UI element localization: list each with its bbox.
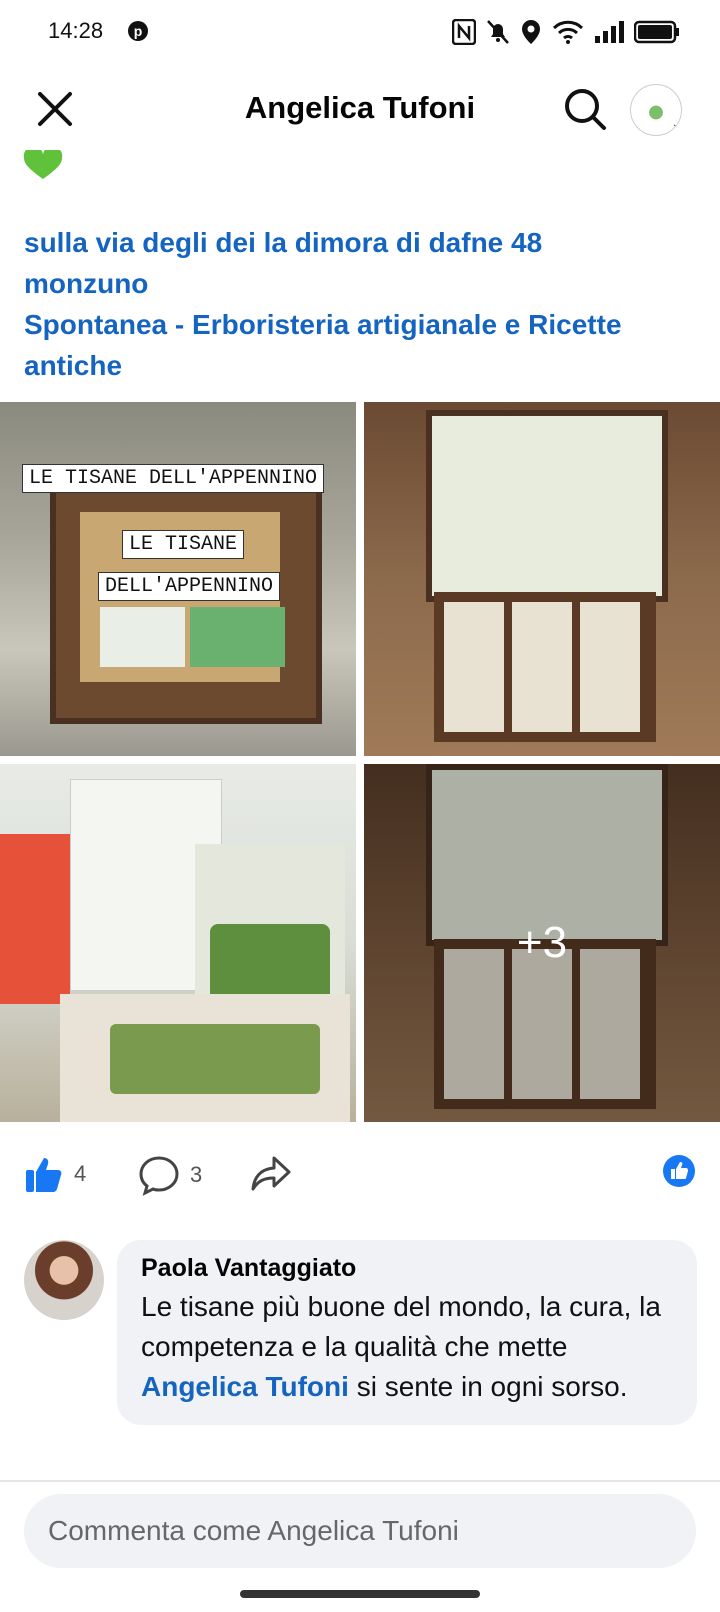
- page-link[interactable]: Spontanea - Erboristeria artigianale e R…: [24, 304, 704, 345]
- post-actions: 4 3: [0, 1140, 720, 1200]
- photo-4[interactable]: +3: [364, 764, 720, 1122]
- like-button[interactable]: 4: [24, 1154, 86, 1194]
- pinterest-icon: p: [128, 21, 148, 41]
- bell-off-icon: [487, 20, 509, 44]
- location-link[interactable]: sulla via degli dei la dimora di dafne 4…: [24, 222, 704, 263]
- photo-label: DELL'APPENNINO: [98, 572, 281, 601]
- like-count: 4: [74, 1161, 87, 1186]
- photo-label: LE TISANE: [122, 530, 245, 559]
- top-bar: Angelica Tufoni ⌄: [0, 64, 720, 154]
- commenter-avatar[interactable]: [24, 1240, 104, 1320]
- page-title: Angelica Tufoni: [244, 90, 476, 125]
- like-badge-icon: [663, 1155, 695, 1187]
- share-icon: [251, 1156, 291, 1191]
- comment-button[interactable]: 3: [138, 1154, 202, 1196]
- location-link-cont[interactable]: monzuno: [24, 263, 704, 304]
- status-time: 14:28: [48, 18, 104, 43]
- status-bar: 14:28 p: [0, 0, 720, 64]
- post-location-links: sulla via degli dei la dimora di dafne 4…: [24, 222, 704, 386]
- profile-avatar-button[interactable]: ⌄: [630, 84, 682, 136]
- photo-2[interactable]: [364, 402, 720, 756]
- photo-grid: LE TISANE DELL'APPENNINO LE TISANE DELL'…: [0, 402, 720, 1122]
- battery-icon: [634, 20, 679, 44]
- more-photos-overlay: +3: [364, 764, 720, 1122]
- divider: [0, 1480, 720, 1482]
- reaction-like-badge[interactable]: [662, 1154, 696, 1188]
- photo-1[interactable]: LE TISANE DELL'APPENNINO LE TISANE DELL'…: [0, 402, 356, 756]
- green-heart-icon: [23, 150, 63, 179]
- comment-text: Le tisane più buone del mondo, la cura, …: [141, 1291, 661, 1402]
- wifi-icon: [552, 20, 584, 44]
- chevron-down-icon: ⌄: [669, 119, 681, 133]
- comment-bubble[interactable]: Paola Vantaggiato Le tisane più buone de…: [117, 1240, 697, 1425]
- comment-mention[interactable]: Angelica Tufoni: [141, 1371, 349, 1402]
- photo-label: LE TISANE DELL'APPENNINO: [22, 464, 325, 493]
- page-link-cont[interactable]: antiche: [24, 345, 704, 386]
- share-button[interactable]: [250, 1154, 292, 1194]
- comment-author[interactable]: Paola Vantaggiato: [141, 1254, 673, 1283]
- home-indicator[interactable]: [240, 1590, 480, 1598]
- comment-icon: [139, 1156, 179, 1196]
- comment-count: 3: [190, 1162, 203, 1187]
- search-icon: [565, 89, 606, 130]
- photo-3[interactable]: [0, 764, 356, 1122]
- comment-input[interactable]: Commenta come Angelica Tufoni: [24, 1494, 696, 1568]
- search-button[interactable]: [560, 84, 610, 134]
- thumbs-up-icon: [26, 1158, 62, 1192]
- location-icon: [522, 20, 540, 44]
- signal-icon: [595, 21, 624, 43]
- nfc-icon: [452, 19, 476, 45]
- status-icons: [452, 14, 680, 50]
